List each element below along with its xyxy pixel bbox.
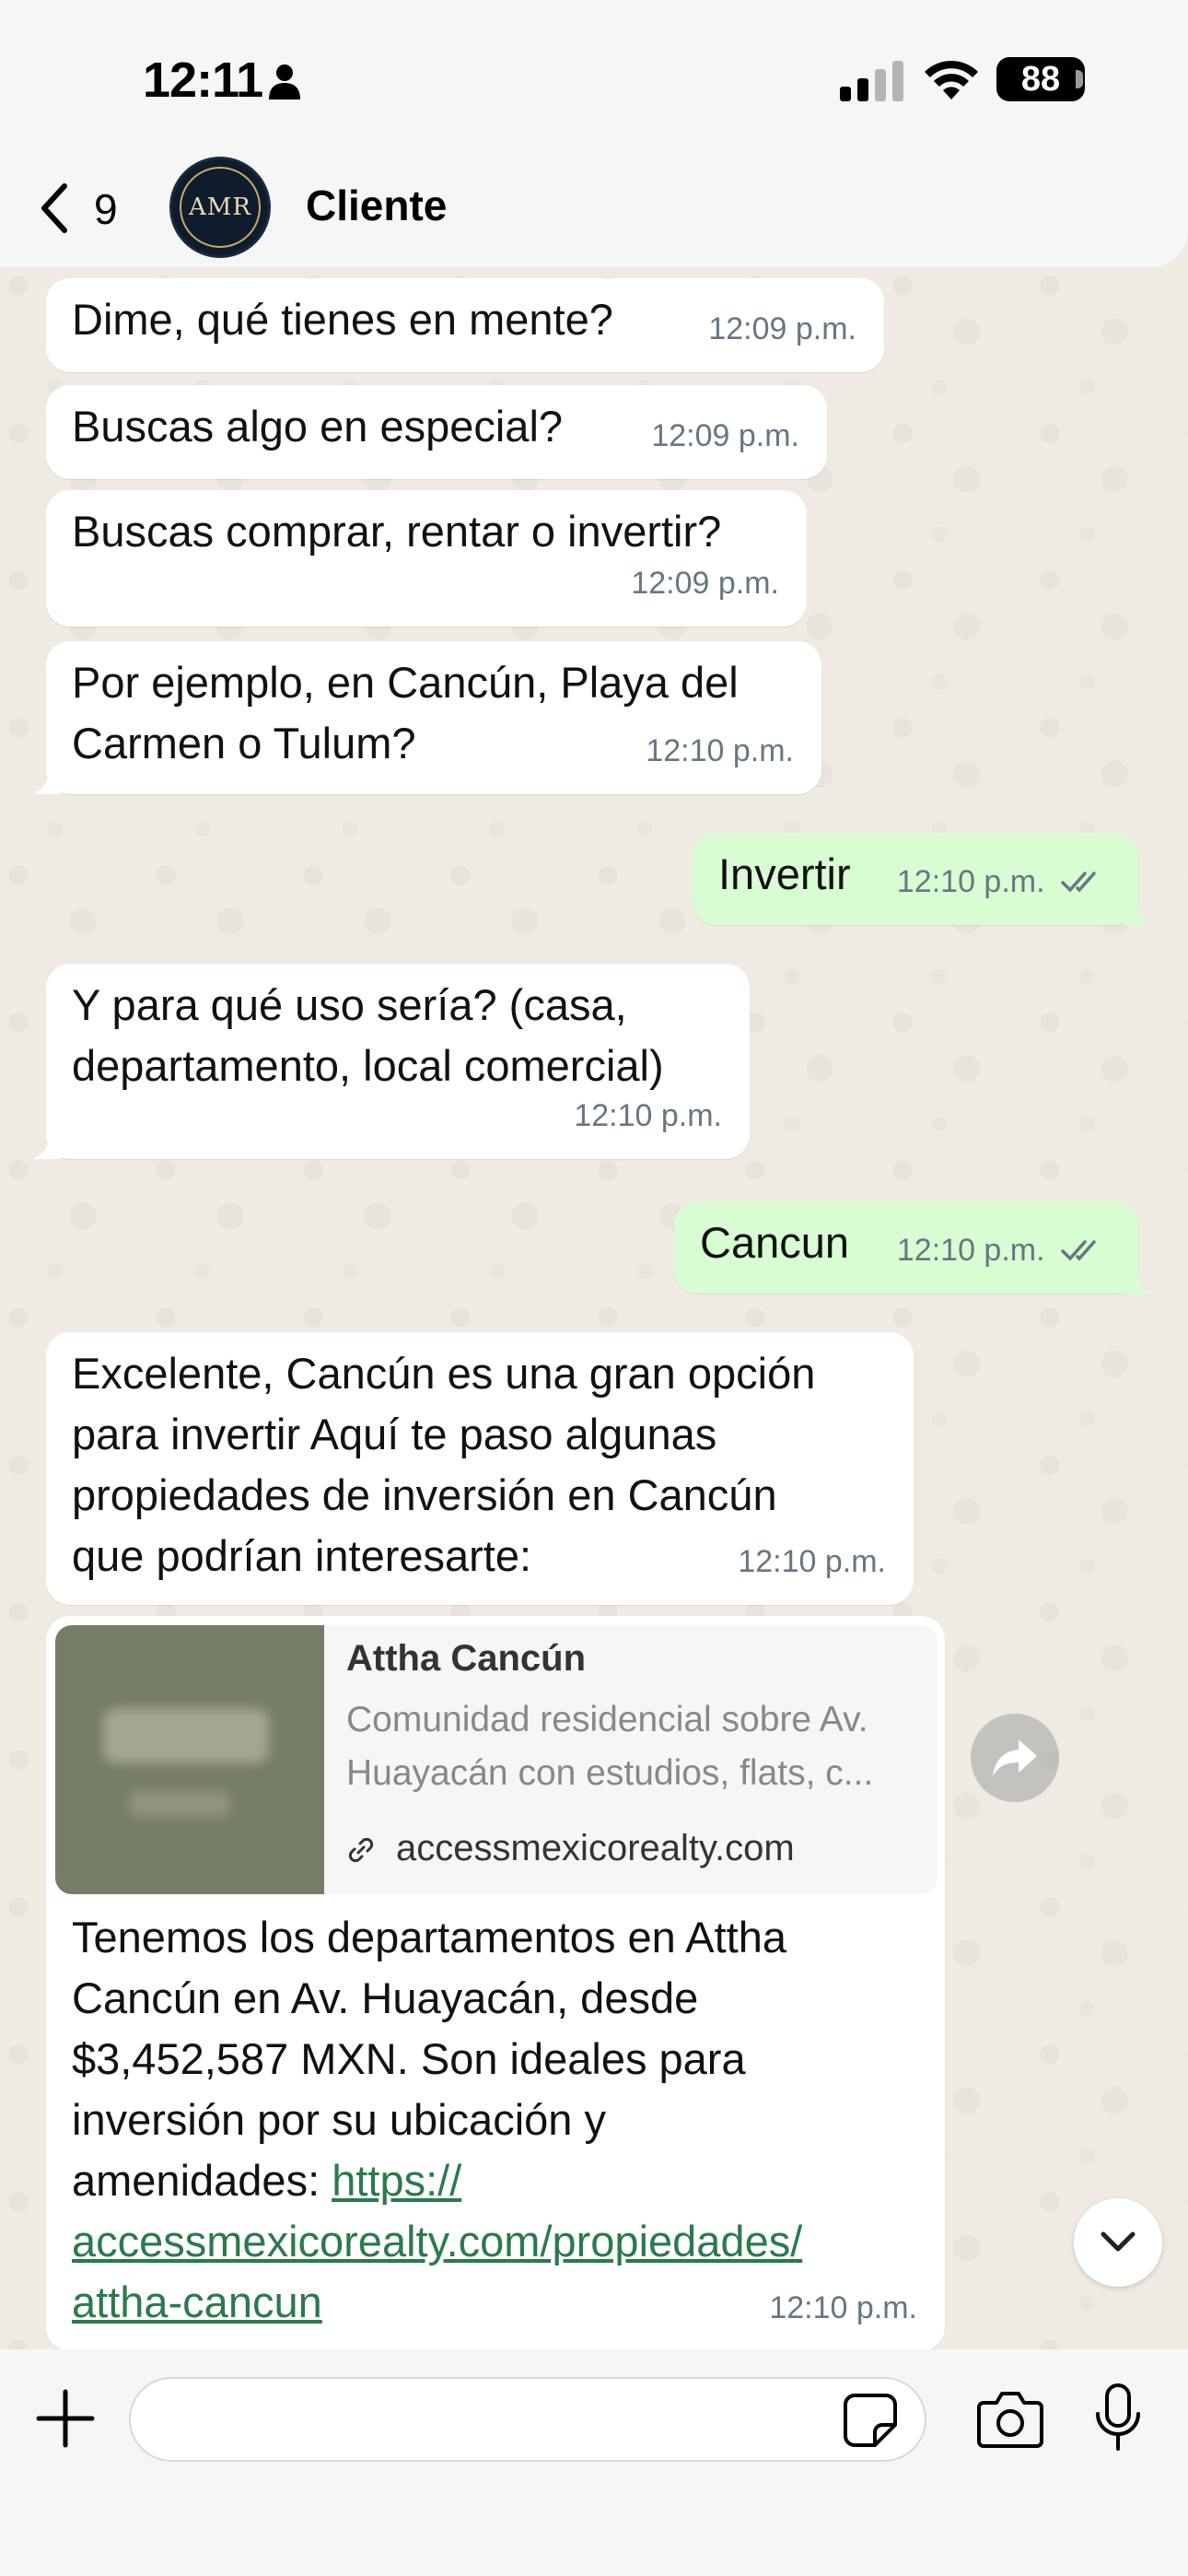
status-bar: 12:11 88 [0,0,1188,157]
message-time: 12:09 p.m. [651,418,799,453]
avatar[interactable]: AMR [169,157,271,258]
message-time-text: 12:10 p.m. [896,864,1045,899]
message-text-line: propiedades de inversión en Cancún [72,1470,777,1519]
message-bubble-outgoing[interactable]: Cancun 12:10 p.m. [674,1201,1151,1294]
link-preview-description-line: Comunidad residencial sobre Av. [346,1700,868,1739]
message-url-part[interactable]: attha-cancun [72,2272,322,2333]
message-time-text: 12:10 p.m. [896,1233,1045,1268]
link-icon [348,1837,374,1863]
message-text-line: Excelente, Cancún es una gran opción [72,1349,816,1398]
camera-icon[interactable] [976,2388,1044,2449]
link-preview-thumbnail [55,1625,324,1894]
forward-button[interactable] [971,1714,1059,1802]
bubble-tail [33,767,61,794]
message-url-part[interactable]: https:// [332,2156,461,2205]
link-preview-description: Comunidad residencial sobre Av. Huayacán… [346,1693,917,1800]
avatar-logo: AMR [180,167,261,248]
message-text-line: Por ejemplo, en Cancún, Playa del [72,658,739,707]
message-input[interactable] [129,2377,926,2462]
scroll-to-bottom-button[interactable] [1074,2198,1162,2287]
link-preview-description-line: Huayacán con estudios, flats, c... [346,1753,874,1793]
bubble-tail [1124,1266,1151,1294]
message-bubble[interactable]: Dime, qué tienes en mente? 12:09 p.m. [46,278,884,372]
message-text: Buscas comprar, rentar o invertir? [72,507,722,556]
message-time: 12:10 p.m. [646,733,794,768]
back-button[interactable]: 9 [28,175,138,240]
unread-count: 9 [94,185,118,233]
message-text: Invertir [718,849,851,898]
double-check-icon [1061,1240,1096,1261]
message-text-line: amenidades: https:// [72,2150,802,2211]
message-time: 12:09 p.m. [631,566,779,601]
double-check-icon [1061,872,1096,893]
message-text-line: Cancún en Av. Huayacán, desde [72,1973,699,2022]
message-text-line: para invertir Aquí te paso algunas [72,1410,717,1458]
message-bubble[interactable]: Excelente, Cancún es una gran opción par… [46,1332,914,1605]
message-time: 12:10 p.m. [738,1544,886,1579]
message-bubble[interactable]: Y para qué uso sería? (casa, departament… [33,964,750,1159]
message-time: 12:09 p.m. [708,311,856,346]
message-time: 12:10 p.m. [897,851,1107,912]
person-icon [269,64,300,100]
forward-arrow-icon [993,1739,1037,1776]
thumbnail-blur [103,1708,269,1763]
sticker-icon[interactable] [842,2392,899,2449]
plus-icon[interactable] [33,2386,98,2451]
bubble-tail [1124,897,1151,925]
link-preview-card[interactable]: Attha Cancún Comunidad residencial sobre… [55,1625,938,1894]
chevron-left-icon [41,183,67,233]
message-bubble-outgoing[interactable]: Invertir 12:10 p.m. [693,833,1151,925]
contact-name[interactable]: Cliente [306,181,447,230]
message-text-prefix: amenidades: [72,2156,332,2205]
link-preview-domain: accessmexicorealty.com [396,1828,795,1868]
thumbnail-blur [129,1791,230,1817]
message-url-part[interactable]: accessmexicorealty.com/propiedades/ [72,2211,802,2272]
link-preview-title: Attha Cancún [346,1638,586,1679]
message-bubble[interactable]: Buscas algo en especial? 12:09 p.m. [46,385,827,479]
message-text: Buscas algo en especial? [72,402,564,451]
message-text-line: inversión por su ubicación y [72,2095,606,2144]
message-text: Cancun [700,1218,849,1267]
wifi-icon [925,60,978,100]
bubble-tail [33,1131,61,1159]
battery-indicator: 88 [996,57,1085,101]
battery-cap [1076,70,1083,88]
status-time: 12:11 [143,53,263,108]
message-text-line: Tenemos los departamentos en Attha [72,1913,786,1961]
message-time: 12:10 p.m. [769,2290,917,2325]
message-text: Dime, qué tienes en mente? [72,295,613,344]
cellular-signal-icon [840,61,903,101]
message-text-block: Tenemos los departamentos en Attha Cancú… [72,1907,802,2333]
message-bubble[interactable]: Por ejemplo, en Cancún, Playa del Carmen… [33,641,821,794]
message-bubble[interactable]: Buscas comprar, rentar o invertir? 12:09… [46,490,807,626]
chevron-down-icon [1101,2231,1136,2252]
message-text-line: Y para qué uso sería? (casa, [72,980,627,1029]
message-time: 12:10 p.m. [897,1220,1107,1281]
message-time: 12:10 p.m. [574,1098,722,1133]
message-text-line: $3,452,587 MXN. Son ideales para [72,2034,746,2083]
microphone-icon[interactable] [1094,2383,1142,2453]
